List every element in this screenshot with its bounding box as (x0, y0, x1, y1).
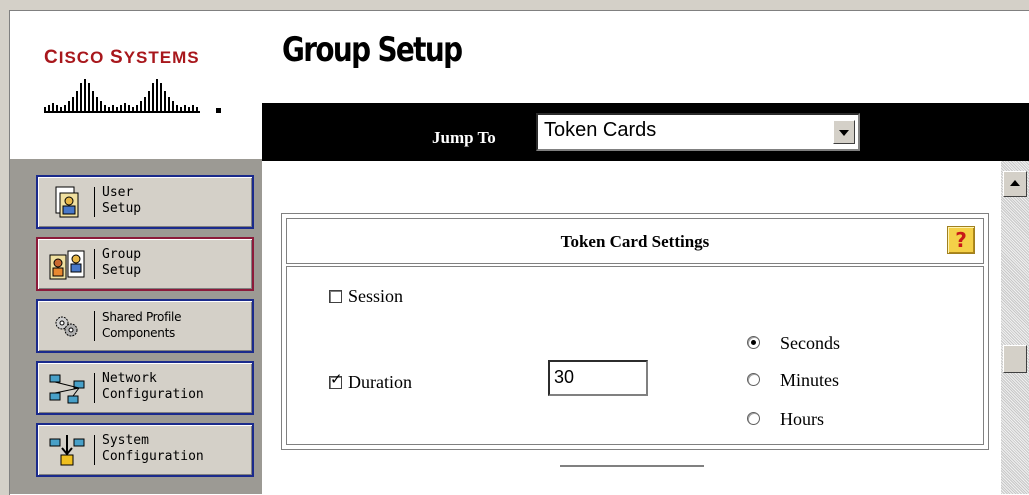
hours-radio[interactable] (747, 412, 760, 425)
token-card-settings-panel: Token Card Settings ? (281, 213, 989, 450)
nav-separator (94, 187, 95, 217)
nav-separator (94, 373, 95, 403)
dropdown-arrow-button[interactable] (833, 120, 855, 144)
nav-user-setup-button[interactable]: User Setup (36, 175, 254, 229)
panel-header: Token Card Settings ? (286, 218, 984, 264)
page-title: Group Setup (282, 30, 463, 70)
nav-label: User Setup (102, 185, 142, 216)
nav-menu: User Setup Group Setup Shared Profile Co… (10, 159, 262, 494)
jump-to-selected-value: Token Cards (544, 119, 657, 141)
divider (560, 465, 704, 467)
nav-separator (94, 311, 95, 341)
nav-system-configuration-button[interactable]: System Configuration (36, 423, 254, 477)
radio-selected-dot (751, 340, 756, 345)
logo-area: CISCO SYSTEMS (10, 11, 262, 159)
jump-to-select[interactable]: Token Cards (536, 113, 860, 151)
duration-input[interactable]: 30 (548, 360, 648, 396)
duration-label: Duration (348, 372, 412, 392)
seconds-label: Seconds (780, 333, 840, 353)
vertical-scrollbar[interactable] (1001, 161, 1029, 494)
duration-value: 30 (554, 367, 575, 387)
duration-checkbox[interactable]: ✓ (329, 372, 343, 389)
panel-title: Token Card Settings (560, 232, 710, 251)
minutes-radio[interactable] (747, 373, 760, 386)
checkmark-icon: ✓ (330, 370, 343, 388)
nav-label: System Configuration (102, 433, 204, 464)
nav-separator (94, 435, 95, 465)
nav-label: Group Setup (102, 247, 142, 278)
session-label: Session (348, 286, 404, 306)
shared-profile-icon (55, 316, 78, 337)
cisco-logo-text: CISCO SYSTEMS (44, 47, 200, 68)
session-checkbox[interactable] (329, 290, 342, 303)
minutes-label: Minutes (780, 370, 840, 390)
scroll-up-button[interactable] (1003, 171, 1027, 197)
jump-to-label: Jump To (432, 128, 496, 147)
help-icon[interactable]: ? (947, 226, 975, 254)
network-config-icon (49, 374, 85, 404)
chevron-up-icon (1010, 180, 1020, 186)
system-config-icon (49, 435, 85, 466)
cisco-bridge-logo-icon (44, 79, 221, 113)
nav-group-setup-button[interactable]: Group Setup (36, 237, 254, 291)
user-setup-icon (55, 186, 79, 218)
hours-label: Hours (780, 409, 824, 429)
group-setup-icon (49, 250, 85, 280)
nav-network-configuration-button[interactable]: Network Configuration (36, 361, 254, 415)
nav-label: Shared Profile Components (102, 310, 182, 340)
seconds-radio[interactable] (747, 336, 760, 349)
scroll-thumb[interactable] (1003, 345, 1027, 373)
nav-separator (94, 249, 95, 279)
nav-shared-profile-components-button[interactable]: Shared Profile Components (36, 299, 254, 353)
chevron-down-icon (839, 130, 849, 136)
left-navigation-column: CISCO SYSTEMS User Setup Group Setup Sha… (10, 11, 262, 494)
nav-label: Network Configuration (102, 371, 204, 402)
